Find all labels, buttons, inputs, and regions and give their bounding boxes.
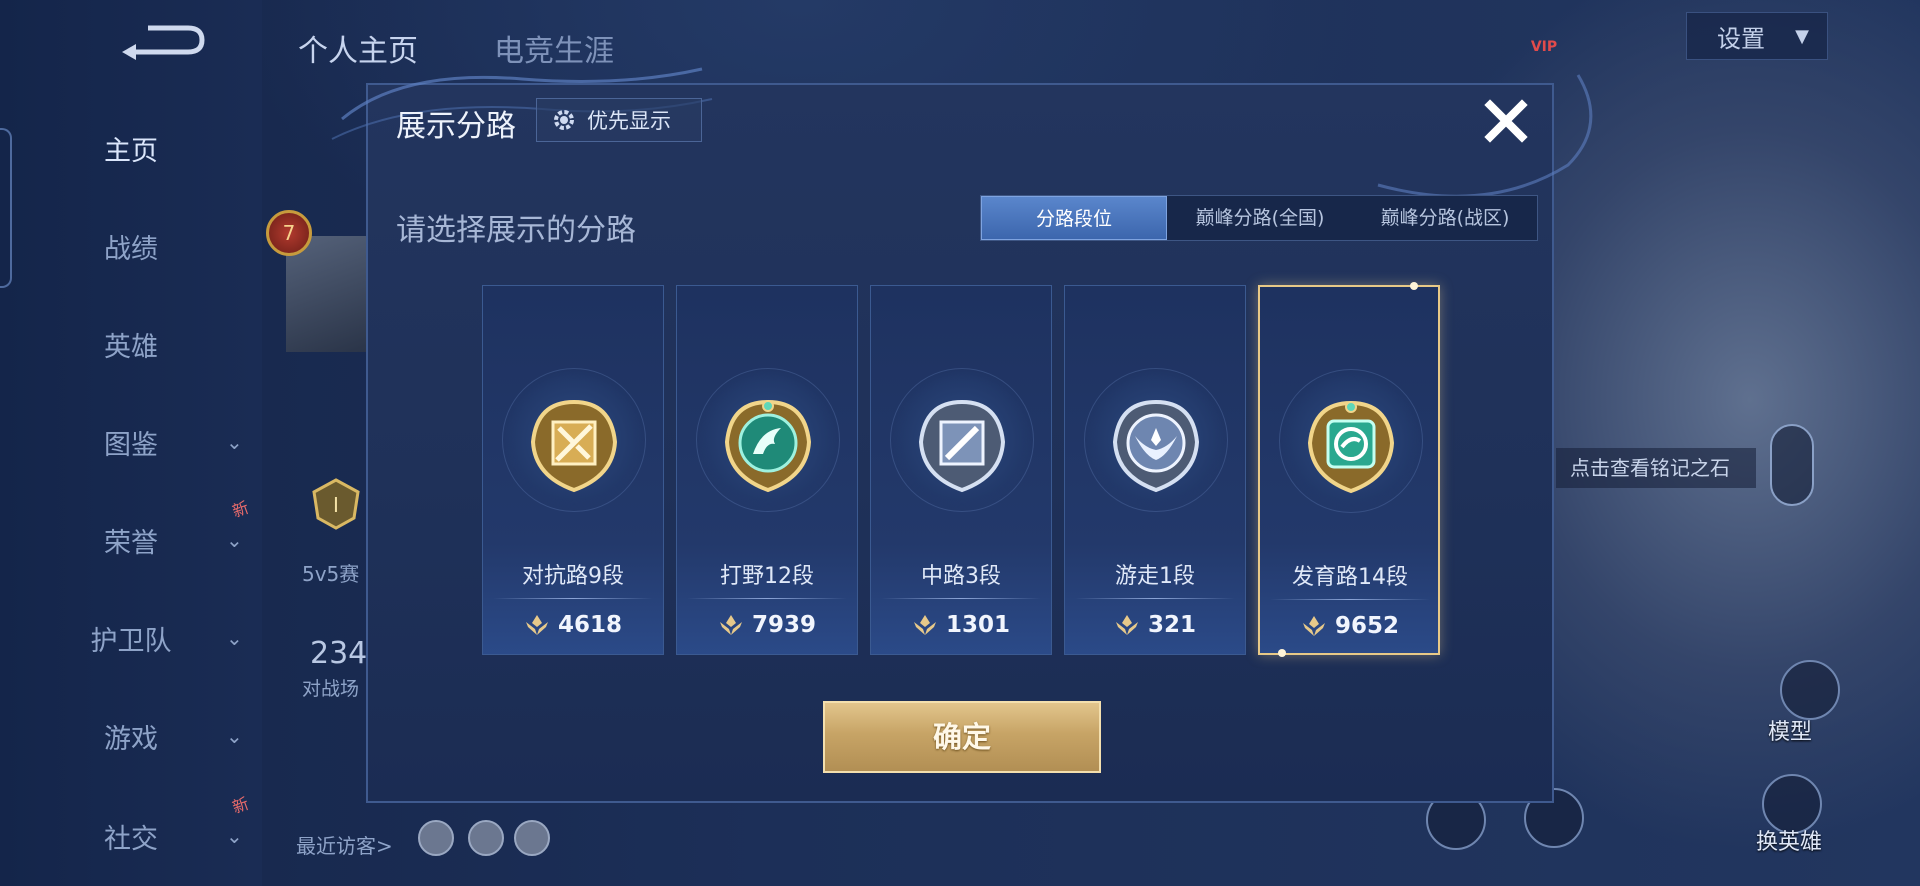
- mid-lane-emblem-icon: [918, 399, 1006, 493]
- tab-profile[interactable]: 个人主页: [298, 26, 418, 70]
- score-icon: [525, 615, 548, 635]
- lane-score: 4618: [483, 612, 663, 638]
- stat-label: 对战场: [302, 678, 360, 700]
- chevron-down-icon: ⌄: [226, 724, 243, 748]
- tab-peak-lane-region[interactable]: 巅峰分路(战区): [1353, 196, 1537, 240]
- score-icon: [913, 615, 936, 635]
- visitor-avatar[interactable]: [514, 820, 550, 856]
- new-badge: 新: [229, 793, 252, 818]
- chevron-down-icon: ⌄: [226, 824, 243, 848]
- sidebar: 主页 战绩 英雄 图鉴 ⌄ 荣誉 ⌄ 新 护卫队 ⌄ 游戏 ⌄ 社交 ⌄ 新: [0, 0, 262, 886]
- sidebar-item-social[interactable]: 社交 ⌄ 新: [0, 794, 262, 866]
- back-button[interactable]: [118, 22, 208, 62]
- selection-spark: [1278, 649, 1286, 657]
- sidebar-item-honor[interactable]: 荣誉 ⌄ 新: [0, 498, 262, 570]
- model-button[interactable]: 模型: [1768, 714, 1812, 746]
- lane-name: 中路3段: [921, 564, 1001, 589]
- divider: [1075, 598, 1235, 599]
- farm-lane-emblem-icon: [1307, 400, 1395, 494]
- lane-name: 打野12段: [720, 564, 814, 589]
- sidebar-item-games[interactable]: 游戏 ⌄: [0, 706, 262, 766]
- visitor-avatar[interactable]: [468, 820, 504, 856]
- lane-name: 发育路14段: [1292, 565, 1408, 590]
- sidebar-item-codex[interactable]: 图鉴 ⌄: [0, 412, 262, 472]
- chevron-down-icon: ⌄: [226, 430, 243, 454]
- lane-card-jungle[interactable]: 打野12段 7939: [676, 285, 858, 655]
- tab-peak-lane-national[interactable]: 巅峰分路(全国): [1167, 196, 1353, 240]
- rune-stone-button[interactable]: [1770, 424, 1814, 506]
- score-icon: [719, 615, 742, 635]
- clash-lane-emblem-icon: [530, 399, 618, 493]
- lane-name: 游走1段: [1115, 564, 1195, 589]
- lane-name: 对抗路9段: [522, 564, 624, 589]
- new-badge: 新: [229, 497, 252, 522]
- lane-card-farm[interactable]: 发育路14段 9652: [1258, 282, 1440, 657]
- recent-visitors-link[interactable]: 最近访客>: [296, 830, 393, 859]
- lane-card-mid[interactable]: 中路3段 1301: [870, 285, 1052, 655]
- selection-spark: [1410, 282, 1418, 290]
- lane-score: 1301: [871, 612, 1051, 638]
- lane-card-roam[interactable]: 游走1段 321: [1064, 285, 1246, 655]
- sidebar-item-records[interactable]: 战绩: [0, 216, 262, 276]
- confirm-button[interactable]: 确定: [823, 701, 1101, 773]
- sidebar-item-home[interactable]: 主页: [0, 118, 262, 178]
- score-icon: [1302, 616, 1325, 636]
- score-icon: [1115, 615, 1138, 635]
- gear-icon: [554, 110, 574, 130]
- lane-mode-tabs: 分路段位 巅峰分路(全国) 巅峰分路(战区): [980, 195, 1538, 241]
- close-button[interactable]: [1480, 95, 1532, 147]
- dialog-title: 展示分路: [396, 109, 516, 144]
- tab-esports-career[interactable]: 电竞生涯: [494, 26, 614, 70]
- tab-lane-rank[interactable]: 分路段位: [981, 196, 1167, 240]
- divider: [1270, 599, 1430, 600]
- roam-emblem-icon: [1112, 399, 1200, 493]
- lane-card-clash[interactable]: 对抗路9段 4618: [482, 285, 664, 655]
- lane-score: 321: [1065, 612, 1245, 638]
- rank-emblem-icon: I: [312, 478, 360, 530]
- jungle-emblem-icon: [724, 399, 812, 493]
- divider: [687, 598, 847, 599]
- divider: [493, 598, 653, 599]
- back-arrow-icon: [122, 25, 205, 60]
- svg-text:I: I: [333, 493, 339, 517]
- divider: [881, 598, 1041, 599]
- lane-score: 9652: [1260, 613, 1440, 639]
- lane-display-dialog: 展示分路 优先显示 请选择展示的分路 分路段位 巅峰分路(全国) 巅峰分路(战区…: [331, 67, 1593, 803]
- rune-hint[interactable]: 点击查看铭记之石: [1556, 448, 1756, 488]
- selection-prompt: 请选择展示的分路: [396, 213, 636, 248]
- settings-button[interactable]: 设置 ▼: [1686, 12, 1828, 60]
- chevron-down-icon: ⌄: [226, 528, 243, 552]
- level-badge: 7: [266, 210, 312, 256]
- model-icon: [1780, 660, 1840, 720]
- priority-display-button[interactable]: 优先显示: [536, 98, 702, 142]
- mode-text: 5v5赛: [302, 562, 360, 586]
- sidebar-item-guard[interactable]: 护卫队 ⌄: [0, 608, 262, 668]
- close-icon: [1484, 99, 1528, 143]
- vip-badge[interactable]: VIP: [1524, 12, 1564, 55]
- switch-hero-button[interactable]: 换英雄: [1756, 824, 1822, 856]
- sidebar-item-heroes[interactable]: 英雄: [0, 314, 262, 374]
- visitor-avatar[interactable]: [418, 820, 454, 856]
- chevron-down-icon: ▼: [1795, 25, 1809, 47]
- lane-score: 7939: [677, 612, 857, 638]
- chevron-down-icon: ⌄: [226, 626, 243, 650]
